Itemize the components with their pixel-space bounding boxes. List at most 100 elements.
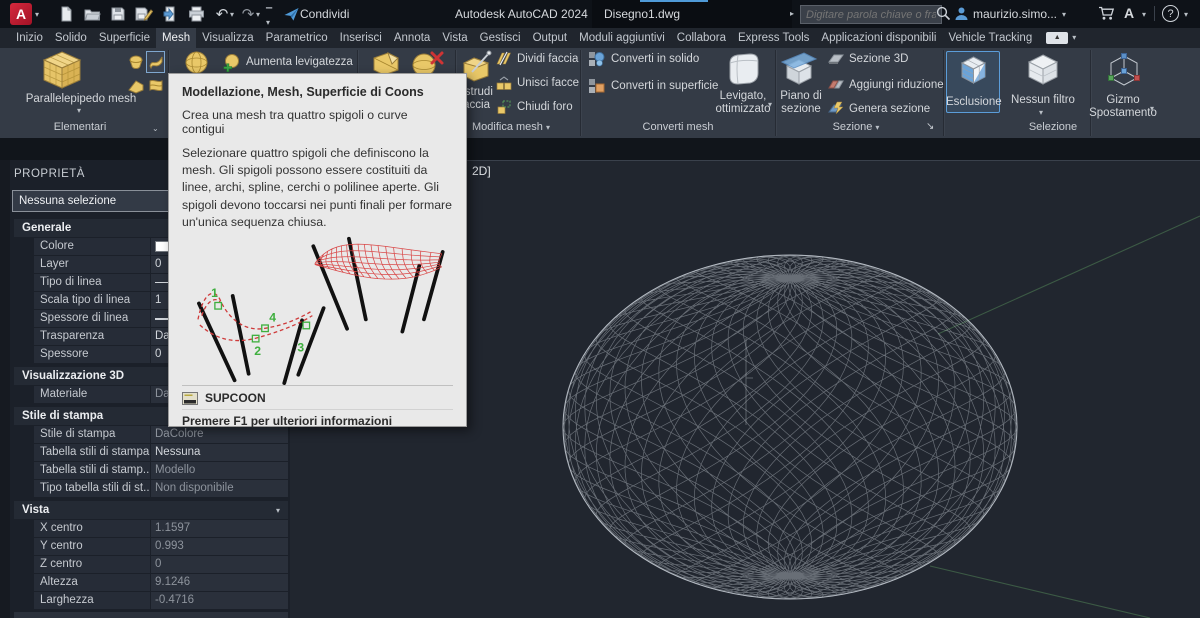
tab-output[interactable]: Output [527,28,574,48]
tab-superficie[interactable]: Superficie [93,28,156,48]
search-expand-icon[interactable]: ▸ [790,9,794,19]
property-value[interactable]: 9.1246 [150,574,288,592]
tab-moduli-aggiuntivi[interactable]: Moduli aggiuntivi [573,28,671,48]
mesh-ruled-button[interactable] [146,75,165,97]
panel-selezione-footer[interactable]: Selezione [990,121,1116,133]
tab-mesh[interactable]: Mesh [156,28,196,48]
panel-sezione-launcher-icon[interactable]: ↘ [926,121,934,132]
panel-elementari-footer[interactable]: Elementari [20,121,140,133]
save-icon [110,6,126,22]
viewport-corner-label[interactable]: 2D] [472,164,491,178]
share-label[interactable]: Condividi [300,7,349,21]
section-vista-collapse-icon[interactable]: ▾ [276,506,280,516]
toolbar-customize-caret-icon[interactable]: ▔▾ [266,8,272,28]
user-name[interactable]: maurizio.simo... [973,7,1057,21]
smoothed-optimized-button[interactable] [720,50,764,88]
autodesk-caret-icon[interactable]: ▾ [1142,10,1146,20]
mesh-coons-button[interactable] [146,51,165,73]
convert-surface-button[interactable] [588,78,605,95]
section-plane-button[interactable] [778,50,820,88]
property-value[interactable]: -0.4716 [150,592,288,610]
tab-collabora[interactable]: Collabora [671,28,732,48]
section-3d-label[interactable]: Sezione 3D [849,53,908,65]
ribbon-collapse-caret-icon[interactable]: ▾ [1070,28,1078,48]
mesh-box-button[interactable] [39,50,85,92]
help-button[interactable]: ? [1162,5,1179,22]
no-filter-label[interactable]: Nessun filtro [1000,94,1086,107]
convert-solid-label[interactable]: Converti in solido [611,53,699,65]
help-caret-icon[interactable]: ▾ [1184,10,1188,20]
generate-section-button[interactable] [828,101,844,115]
no-filter-caret-icon[interactable]: ▾ [1039,108,1043,118]
generate-section-label[interactable]: Genera sezione [849,103,930,115]
palette-grip[interactable] [0,160,10,618]
tab-parametrico[interactable]: Parametrico [260,28,334,48]
doc-title[interactable]: Disegno1.dwg [604,7,680,21]
section-vista[interactable]: Vista [14,501,288,519]
autodesk-mark-icon[interactable]: A [1124,5,1134,21]
property-value[interactable]: Nessuna [150,444,288,462]
property-value[interactable]: 0.993 [150,538,288,556]
close-hole-button[interactable] [496,99,512,115]
tab-express-tools[interactable]: Express Tools [732,28,815,48]
mesh-revolve-button[interactable] [126,51,145,73]
undo-caret-icon[interactable]: ▾ [230,10,234,20]
gizmo-caret-icon[interactable]: ▾ [1150,104,1154,114]
tab-inserisci[interactable]: Inserisci [334,28,388,48]
share-button[interactable] [281,5,301,23]
merge-faces-button[interactable] [496,75,512,91]
plot-button[interactable] [160,5,180,23]
merge-faces-label[interactable]: Unisci facce [517,77,579,89]
tab-vehicle-tracking[interactable]: Vehicle Tracking [942,28,1038,48]
tab-gestisci[interactable]: Gestisci [474,28,527,48]
property-value[interactable]: Modello [150,462,288,480]
new-file-button[interactable] [56,5,76,23]
close-hole-label[interactable]: Chiudi foro [517,101,573,113]
tab-solido[interactable]: Solido [49,28,93,48]
smooth-more-icon[interactable] [221,53,241,73]
split-face-button[interactable] [496,51,512,67]
search-icon[interactable] [936,6,951,21]
section-plane-label[interactable]: Piano di sezione [770,90,832,116]
tooltip-title: Modellazione, Mesh, Superficie di Coons [182,85,453,99]
smooth-more-label[interactable]: Aumenta levigatezza [246,56,353,68]
save-as-button[interactable] [134,5,154,23]
undo-button[interactable]: ↶ [212,5,232,23]
tab-annota[interactable]: Annota [388,28,436,48]
tab-inizio[interactable]: Inizio [10,28,49,48]
section-3d-button[interactable] [828,52,844,66]
redo-caret-icon[interactable]: ▾ [256,10,260,20]
panel-sezione-footer[interactable]: Sezione ▾ [802,121,910,133]
user-caret-icon[interactable]: ▾ [1062,10,1066,20]
property-value[interactable]: 1.1597 [150,520,288,538]
property-value[interactable]: 0 [150,556,288,574]
ribbon-collapse-button[interactable]: ▲ [1046,32,1068,44]
open-file-button[interactable] [82,5,102,23]
add-jog-button[interactable] [828,77,844,91]
split-face-label[interactable]: Dividi faccia [517,53,578,65]
add-jog-label[interactable]: Aggiungi riduzione [849,79,944,91]
cart-icon[interactable] [1098,6,1115,21]
app-menu-caret-icon[interactable]: ▾ [35,10,39,20]
tab-visualizza[interactable]: Visualizza [196,28,260,48]
smooth-object-icon[interactable] [184,50,209,75]
tab-vista[interactable]: Vista [436,28,473,48]
property-value[interactable]: Non disponibile [150,480,288,498]
panel-converti-footer[interactable]: Converti mesh [600,121,756,133]
redo-button[interactable]: ↷ [238,5,258,23]
save-button[interactable] [108,5,128,23]
search-input[interactable] [800,5,942,24]
convert-solid-button[interactable] [588,51,605,68]
gizmo-button[interactable] [1104,52,1144,90]
panel-modifica-footer[interactable]: Modifica mesh ▾ [455,121,567,133]
user-avatar-icon[interactable] [954,6,969,21]
panel-elementari-chevron-icon[interactable]: ⌄ [152,124,159,134]
no-filter-button[interactable] [1026,53,1060,87]
property-value-text: 9.1246 [155,574,190,591]
mesh-box-caret-icon[interactable]: ▾ [77,106,81,116]
app-menu-button[interactable]: A [10,3,32,25]
tab-applicazioni-disponibili[interactable]: Applicazioni disponibili [815,28,942,48]
print-button[interactable] [186,5,206,23]
mesh-sphere-wireframe[interactable] [563,255,1017,599]
mesh-wedge-button[interactable] [126,75,145,97]
